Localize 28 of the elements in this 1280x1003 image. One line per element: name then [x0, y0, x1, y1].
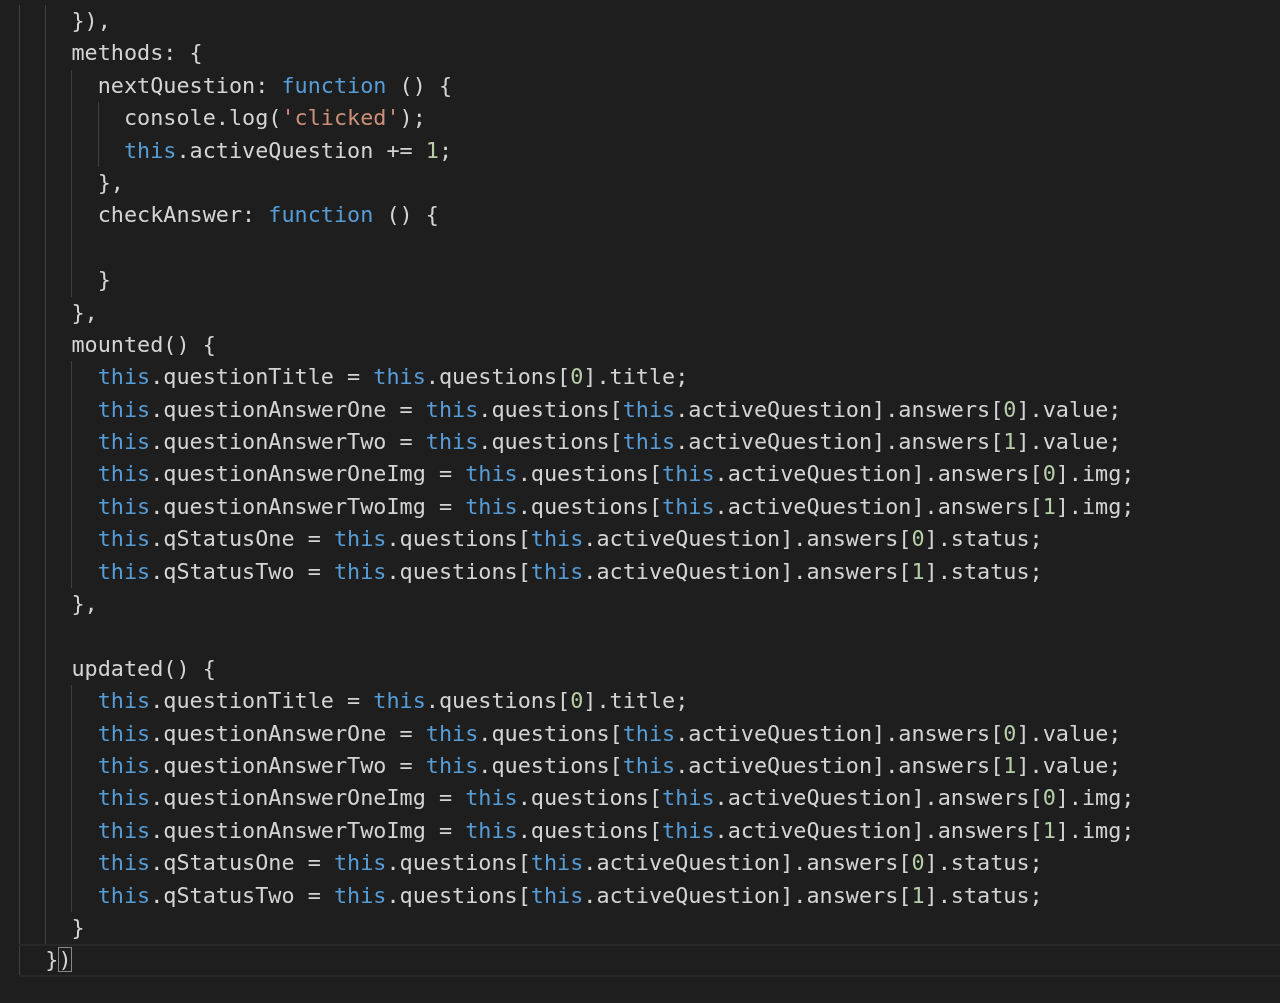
code-line: }), — [70, 8, 111, 33]
code-line: this.activeQuestion += 1; — [122, 137, 453, 163]
code-line: this.qStatusTwo = this.questions[this.activeQuestion].answers[1].status; — [96, 558, 1043, 584]
code-line: methods: { — [70, 40, 203, 66]
code-line: this.questionAnswerOneImg = this.questions[this.activeQuestion].answers[0].img; — [96, 461, 1135, 487]
code-line: }) — [44, 947, 72, 973]
code-line: this.questionAnswerTwoImg = this.questions[this.activeQuestion].answers[1].img; — [96, 493, 1135, 519]
code-line: }, — [96, 169, 124, 195]
code-line: this.questionAnswerTwo = this.questions[this.activeQuestion].answers[1].value; — [96, 753, 1122, 778]
code-line: } — [96, 267, 111, 293]
code-line: this.questionAnswerOneImg = this.questions[this.activeQuestion].answers[0].img; — [96, 785, 1135, 811]
code-line: this.qStatusOne = this.questions[this.activeQuestion].answers[0].status; — [96, 526, 1043, 552]
code-line: nextQuestion: function () { — [96, 72, 453, 98]
code-line: console.log('clicked'); — [122, 105, 426, 131]
code-line: this.questionTitle = this.questions[0].title; — [96, 688, 689, 714]
code-line: this.questionAnswerTwoImg = this.questions[this.activeQuestion].answers[1].img; — [96, 817, 1135, 843]
code-line: updated() { — [70, 655, 216, 681]
code-line: this.questionAnswerOne = this.questions[this.activeQuestion].answers[0].value; — [96, 396, 1122, 422]
code-line: }, — [70, 299, 98, 325]
code-line: mounted() { — [70, 331, 216, 357]
code-line: }, — [70, 591, 98, 617]
code-line: this.questionAnswerTwo = this.questions[this.activeQuestion].answers[1].value; — [96, 429, 1122, 455]
code-line: this.qStatusOne = this.questions[this.activeQuestion].answers[0].status; — [96, 850, 1043, 876]
code-line: this.questionTitle = this.questions[0].title; — [96, 364, 689, 390]
code-line: } — [70, 914, 85, 940]
code-line: this.questionAnswerOne = this.questions[this.activeQuestion].answers[0].value; — [96, 720, 1122, 746]
code-line: checkAnswer: function () { — [96, 202, 439, 228]
code-line: this.qStatusTwo = this.questions[this.activeQuestion].answers[1].status; — [96, 882, 1043, 908]
